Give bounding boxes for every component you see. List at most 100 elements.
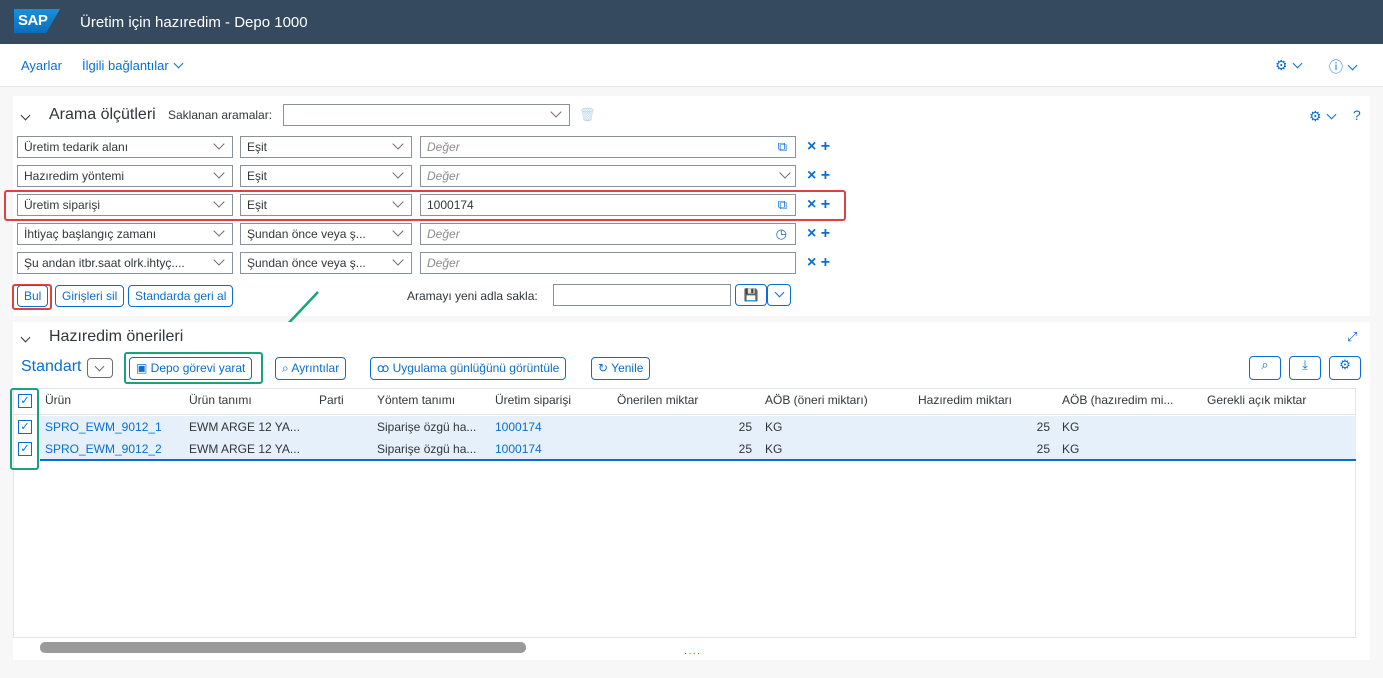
product-cell[interactable]: SPRO_EWM_9012_2 <box>45 442 162 456</box>
filter-field-value: Üretim tedarik alanı <box>24 140 129 154</box>
related-links-label: İlgili bağlantılar <box>82 58 169 73</box>
column-header[interactable]: AÖB (hazıredim mi... <box>1062 393 1173 407</box>
search-icon: ⌕ <box>282 361 292 375</box>
chevron-down-icon <box>550 106 562 118</box>
create-warehouse-task-button[interactable]: ▣ Depo görevi yarat <box>129 357 253 380</box>
column-header[interactable]: Yöntem tanımı <box>377 393 455 407</box>
filter-field-select[interactable]: Üretim tedarik alanı <box>17 136 233 158</box>
uom-cell: KG <box>1062 420 1080 434</box>
remove-add-icons[interactable]: × + <box>807 167 830 185</box>
clear-entries-button[interactable]: Girişleri sil <box>55 285 125 307</box>
filter-operator-select[interactable]: Şundan önce veya ş... <box>240 223 412 245</box>
desc-cell: EWM ARGE 12 YA... <box>189 420 300 434</box>
remove-add-icons[interactable]: × + <box>807 196 830 214</box>
uom-cell: KG <box>765 442 783 456</box>
staged-qty-cell: 25 <box>1036 420 1050 434</box>
column-header[interactable]: Üretim siparişi <box>495 393 571 407</box>
column-header[interactable]: Gerekli açık miktar <box>1207 393 1306 407</box>
resize-handle-icon[interactable]: ···· <box>684 648 701 659</box>
uom-cell: KG <box>1062 442 1080 456</box>
staged-qty-cell: 25 <box>1036 442 1050 456</box>
refresh-button[interactable]: ↻ Yenile <box>591 357 651 380</box>
row-checkbox[interactable]: ✓ <box>18 420 32 434</box>
column-header[interactable]: AÖB (öneri miktarı) <box>765 393 868 407</box>
column-header[interactable]: Ürün tanımı <box>189 393 252 407</box>
filter-operator-value: Şundan önce veya ş... <box>247 256 366 270</box>
filter-value: 1000174 <box>427 198 474 212</box>
button-label: Uygulama günlüğünü görüntüle <box>392 361 560 375</box>
filter-settings-icon[interactable]: ⚙ <box>1309 108 1337 125</box>
app-title: Üretim için hazıredim - Depo 1000 <box>80 14 308 31</box>
filter-field-select[interactable]: Üretim siparişi <box>17 194 233 216</box>
saved-searches-select[interactable] <box>283 104 570 126</box>
filter-field-select[interactable]: Şu andan itbr.saat olrk.ihtyç.... <box>17 252 233 274</box>
filter-operator-value: Eşit <box>247 198 268 212</box>
filter-operator-value: Şundan önce veya ş... <box>247 227 366 241</box>
copy-icon[interactable]: ⧉ <box>778 139 787 155</box>
details-button[interactable]: ⌕ Ayrıntılar <box>275 357 347 380</box>
filter-operator-select[interactable]: Şundan önce veya ş... <box>240 252 412 274</box>
glasses-icon: ꝏ <box>377 361 393 375</box>
placeholder: Değer <box>427 169 460 183</box>
filter-help-icon[interactable]: ? <box>1353 107 1361 123</box>
column-header[interactable]: Ürün <box>45 393 71 407</box>
product-cell[interactable]: SPRO_EWM_9012_1 <box>45 420 162 434</box>
filter-value-input[interactable]: Değer ⧉ <box>420 136 796 158</box>
filter-operator-value: Eşit <box>247 140 268 154</box>
column-header[interactable]: Hazıredim miktarı <box>918 393 1012 407</box>
filter-operator-select[interactable]: Eşit <box>240 194 412 216</box>
filter-operator-select[interactable]: Eşit <box>240 165 412 187</box>
download-icon[interactable]: ⤓ <box>1289 356 1321 380</box>
copy-icon[interactable]: ⧉ <box>778 197 787 213</box>
help-icon[interactable]: ⓘ <box>1329 57 1358 77</box>
placeholder: Değer <box>427 227 460 241</box>
chevron-down-icon <box>173 58 184 69</box>
placeholder: Değer <box>427 140 460 154</box>
filter-field-value: Hazıredim yöntemi <box>24 169 125 183</box>
uom-cell: KG <box>765 420 783 434</box>
filter-operator-select[interactable]: Eşit <box>240 136 412 158</box>
sap-logo[interactable]: SAP <box>14 9 60 33</box>
filter-value-input[interactable]: Değer <box>420 252 796 274</box>
settings-gear-icon[interactable]: ⚙ <box>1275 57 1303 74</box>
row-checkbox[interactable]: ✓ <box>18 442 32 456</box>
remove-add-icons[interactable]: × + <box>807 225 830 243</box>
production-order-input[interactable]: 1000174 ⧉ <box>420 194 796 216</box>
filter-operator-value: Eşit <box>247 169 268 183</box>
filter-title: Arama ölçütleri <box>49 106 156 123</box>
method-cell: Siparişe özgü ha... <box>377 420 477 434</box>
related-links-menu[interactable]: İlgili bağlantılar <box>82 58 184 73</box>
remove-add-icons[interactable]: × + <box>807 138 830 156</box>
order-cell[interactable]: 1000174 <box>495 442 542 456</box>
fullscreen-icon[interactable]: ⤢ <box>1347 329 1357 345</box>
button-label: Depo görevi yarat <box>150 361 246 375</box>
filter-field-value: İhtiyaç başlangıç zamanı <box>24 227 157 241</box>
history-icon[interactable]: ◷ <box>776 226 787 242</box>
proposed-qty-cell: 25 <box>738 442 752 456</box>
find-button[interactable]: Bul <box>17 285 49 307</box>
gear-icon[interactable]: ⚙ <box>1329 356 1361 380</box>
reset-standard-button[interactable]: Standarda geri al <box>128 285 234 307</box>
search-icon[interactable]: ⌕ <box>1249 356 1281 380</box>
horizontal-scrollbar-thumb[interactable] <box>40 642 526 653</box>
filter-field-select[interactable]: Hazıredim yöntemi <box>17 165 233 187</box>
remove-add-icons[interactable]: × + <box>807 254 830 272</box>
trash-icon[interactable]: 🗑 <box>579 107 596 123</box>
select-all-checkbox[interactable]: ✓ <box>18 394 32 408</box>
menu-bar: Ayarlar İlgili bağlantılar ⚙ ⓘ <box>0 44 1383 87</box>
variant-select-button[interactable] <box>87 358 113 378</box>
filter-value-input[interactable]: Değer ◷ <box>420 223 796 245</box>
variant-title: Standart <box>21 358 82 375</box>
method-cell: Siparişe özgü ha... <box>377 442 477 456</box>
order-cell[interactable]: 1000174 <box>495 420 542 434</box>
save-as-input[interactable] <box>553 284 731 306</box>
filter-field-select[interactable]: İhtiyaç başlangıç zamanı <box>17 223 233 245</box>
save-options-button[interactable] <box>767 284 791 306</box>
save-as-label: Aramayı yeni adla sakla: <box>407 289 538 303</box>
column-header[interactable]: Önerilen miktar <box>617 393 698 407</box>
settings-menu[interactable]: Ayarlar <box>21 58 62 73</box>
save-icon[interactable]: 💾 <box>735 284 767 306</box>
filter-value-input[interactable]: Değer <box>420 165 796 187</box>
view-app-log-button[interactable]: ꝏ Uygulama günlüğünü görüntüle <box>370 357 567 380</box>
column-header[interactable]: Parti <box>319 393 344 407</box>
